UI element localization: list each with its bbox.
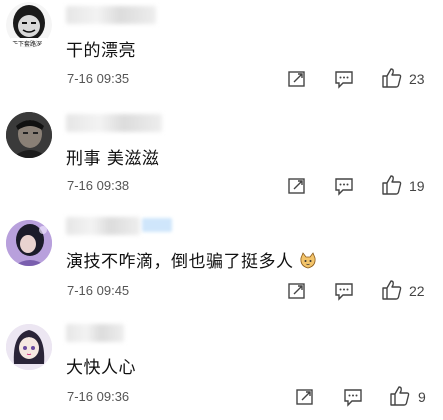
- username-redacted[interactable]: [66, 217, 140, 235]
- comment-time: 7-16 09:36: [67, 389, 130, 404]
- avatar-photo-icon: [6, 220, 52, 266]
- like-count: 22: [409, 283, 425, 299]
- comment-time: 7-16 09:35: [67, 71, 130, 86]
- avatar-anime-girl-icon: [6, 324, 52, 370]
- like-icon[interactable]: [389, 386, 411, 406]
- like-count: 23: [409, 71, 425, 87]
- like-icon[interactable]: [381, 68, 403, 88]
- like-icon[interactable]: [381, 175, 403, 195]
- comment-time: 7-16 09:38: [67, 178, 130, 193]
- cat-emoji-icon: [300, 252, 316, 269]
- avatar[interactable]: [6, 324, 52, 370]
- avatar-photo-icon: [6, 112, 52, 158]
- share-icon[interactable]: [287, 69, 307, 89]
- avatar-caption: 天下套路深: [12, 41, 43, 48]
- share-icon[interactable]: [287, 281, 307, 301]
- comment-item: 刑事 美滋滋 7-16 09:38 19: [0, 100, 443, 210]
- username-redacted[interactable]: [66, 324, 124, 342]
- like-count: 9: [418, 389, 426, 405]
- avatar[interactable]: [6, 112, 52, 158]
- comment-time: 7-16 09:45: [67, 283, 130, 298]
- comment-text: 大快人心: [66, 358, 136, 378]
- user-badge-redacted: [142, 218, 172, 232]
- comment-text-content: 演技不咋滴，倒也骗了挺多人: [66, 252, 294, 272]
- comment-item: 大快人心 7-16 09:36 9: [0, 310, 443, 420]
- comment-text: 演技不咋滴，倒也骗了挺多人: [66, 247, 317, 272]
- share-icon[interactable]: [295, 387, 315, 407]
- reply-icon[interactable]: [343, 387, 363, 407]
- username-redacted[interactable]: [66, 114, 162, 132]
- username-redacted[interactable]: [66, 6, 156, 24]
- avatar[interactable]: [6, 220, 52, 266]
- reply-icon[interactable]: [334, 176, 354, 196]
- like-icon[interactable]: [381, 280, 403, 300]
- share-icon[interactable]: [287, 176, 307, 196]
- comment-item: 天下套路深 干的漂亮 7-16 09:35 23: [0, 0, 443, 100]
- reply-icon[interactable]: [334, 281, 354, 301]
- comment-text: 干的漂亮: [66, 41, 136, 61]
- comment-text: 刑事 美滋滋: [66, 149, 160, 169]
- like-count: 19: [409, 178, 425, 194]
- avatar[interactable]: 天下套路深: [6, 2, 52, 48]
- comment-item: 演技不咋滴，倒也骗了挺多人 7-16 09:45 22: [0, 210, 443, 310]
- reply-icon[interactable]: [334, 69, 354, 89]
